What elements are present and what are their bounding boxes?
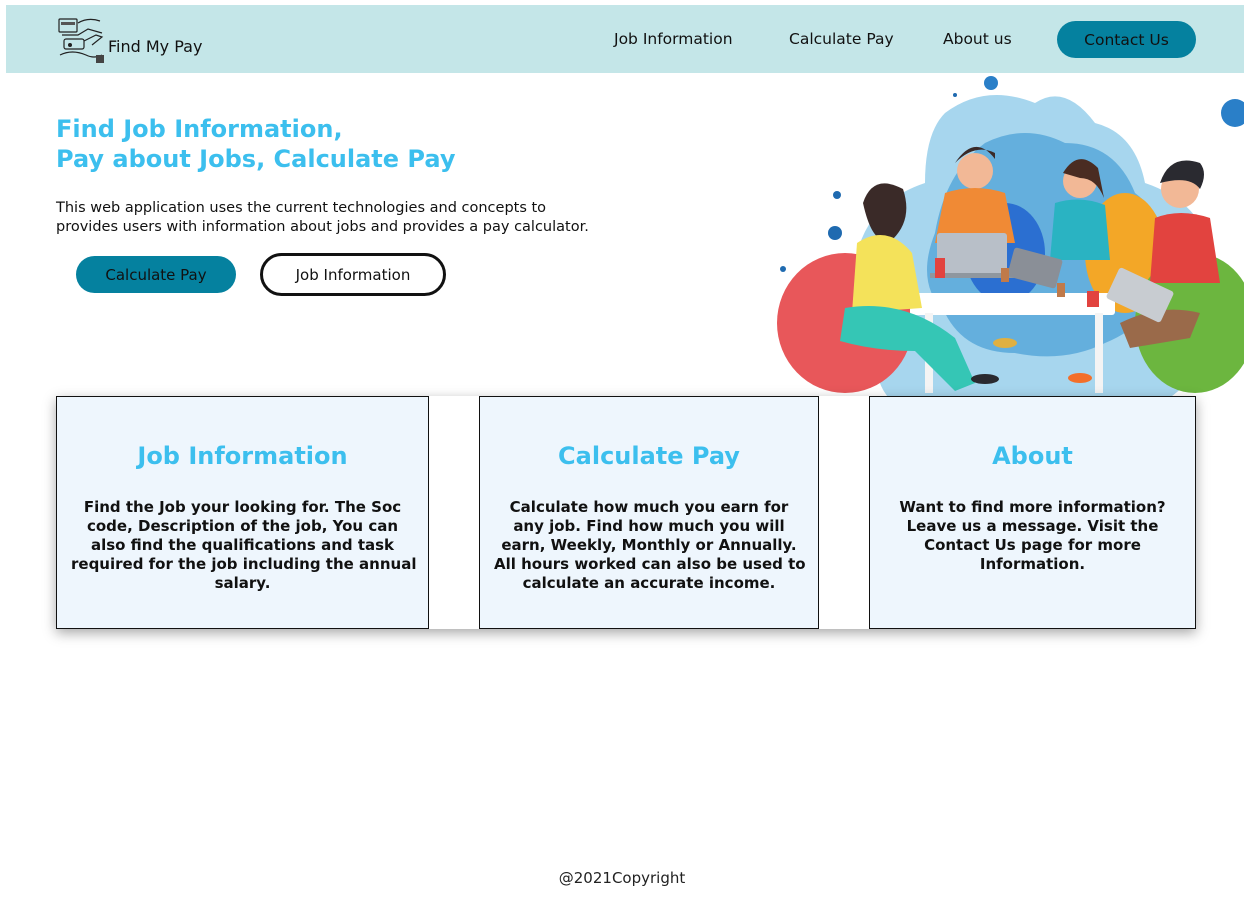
hero-job-information-button[interactable]: Job Information (260, 253, 446, 296)
contact-us-button[interactable]: Contact Us (1057, 21, 1196, 58)
nav-link-job-information[interactable]: Job Information (614, 30, 733, 48)
card-calculate-pay[interactable]: Calculate Pay Calculate how much you ear… (479, 396, 819, 629)
card-description: Calculate how much you earn for any job.… (494, 498, 806, 593)
card-description-line: any job. Find how much you will (513, 517, 785, 535)
card-description: Want to find more information? Leave us … (884, 498, 1181, 574)
card-description-line: salary. (214, 574, 271, 592)
card-description-line: Information. (979, 555, 1086, 573)
hero-title: Find Job Information, Pay about Jobs, Ca… (56, 114, 616, 174)
navbar: Find My Pay Job Information Calculate Pa… (6, 5, 1244, 73)
card-description-line: calculate an accurate income. (522, 574, 776, 592)
card-description: Find the Job your looking for. The Soc c… (71, 498, 417, 593)
hero-description-line-2: provides users with information about jo… (56, 219, 589, 235)
card-description-line: Contact Us page for more (924, 536, 1141, 554)
card-description-line: All hours worked can also be used to (494, 555, 806, 573)
brand-name: Find My Pay (108, 37, 203, 56)
nav-link-about-us[interactable]: About us (943, 30, 1012, 48)
card-job-information[interactable]: Job Information Find the Job your lookin… (56, 396, 429, 629)
card-description-line: Calculate how much you earn for (509, 498, 789, 516)
card-description-line: also find the qualifications and task (90, 536, 395, 554)
brand[interactable]: Find My Pay (56, 15, 202, 65)
card-title: Job Information (137, 442, 348, 470)
card-title: Calculate Pay (558, 442, 740, 470)
hero-calculate-pay-button[interactable]: Calculate Pay (76, 256, 236, 293)
nav-link-calculate-pay[interactable]: Calculate Pay (789, 30, 894, 48)
footer-copyright: @2021Copyright (558, 869, 686, 887)
card-description-line: Want to find more information? (899, 498, 1166, 516)
card-about[interactable]: About Want to find more information? Lea… (869, 396, 1196, 629)
hero-title-line-1: Find Job Information, (56, 115, 343, 143)
card-description-line: Find the Job your looking for. The Soc (83, 498, 402, 516)
card-title: About (992, 442, 1073, 470)
card-description-line: code, Description of the job, You can (86, 517, 399, 535)
card-description-line: Leave us a message. Visit the (906, 517, 1159, 535)
hero-title-line-2: Pay about Jobs, Calculate Pay (56, 145, 456, 173)
card-description-line: required for the job including the annua… (71, 555, 417, 573)
hero-description: This web application uses the current te… (56, 199, 676, 237)
pay-hands-logo-icon (58, 18, 104, 63)
hero-description-line-1: This web application uses the current te… (56, 200, 547, 216)
card-description-line: earn, Weekly, Monthly or Annually. (501, 536, 797, 554)
